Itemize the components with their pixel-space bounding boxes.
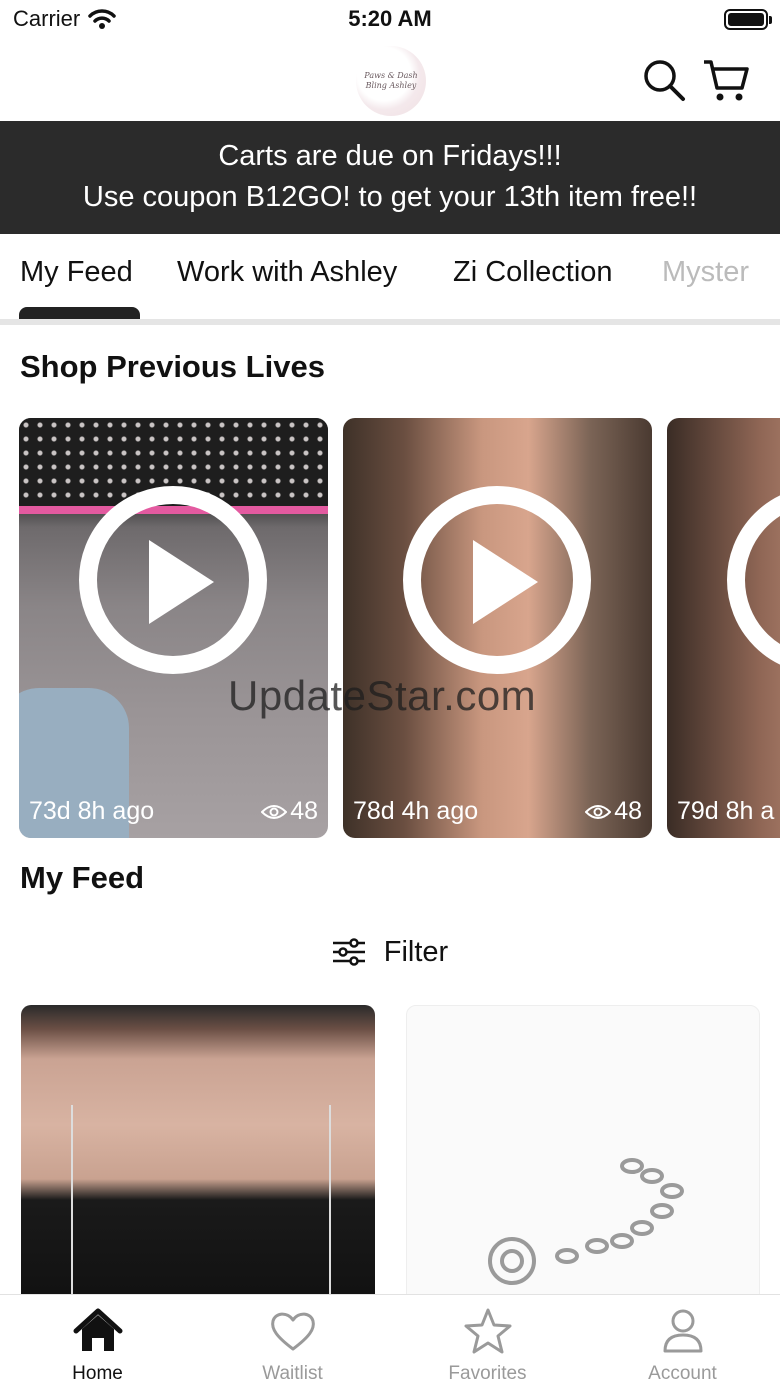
promo-line-1: Carts are due on Fridays!!! xyxy=(218,140,562,172)
previous-lives-title: Shop Previous Lives xyxy=(20,349,325,384)
live-video-card[interactable]: 79d 8h a xyxy=(667,418,780,838)
play-icon[interactable] xyxy=(79,486,267,674)
category-tabs: My Feed Work with Ashley Zi Collection M… xyxy=(0,234,780,326)
play-icon[interactable] xyxy=(727,486,780,674)
product-image xyxy=(71,1105,331,1305)
play-icon[interactable] xyxy=(403,486,591,674)
nav-home[interactable]: Home xyxy=(0,1295,195,1387)
tabs-divider xyxy=(0,319,780,325)
nav-home-label: Home xyxy=(72,1363,123,1384)
status-bar: Carrier 5:20 AM xyxy=(0,0,780,40)
active-tab-indicator xyxy=(19,307,140,319)
eye-icon xyxy=(261,804,288,819)
live-time-ago: 79d 8h a xyxy=(677,797,775,825)
watermark: UpdateStar.com xyxy=(228,672,537,719)
product-image xyxy=(488,1158,684,1285)
bottom-tab-bar: Home Waitlist Favorites Account xyxy=(0,1294,780,1387)
tab-my-feed[interactable]: My Feed xyxy=(20,256,133,289)
nav-waitlist-label: Waitlist xyxy=(262,1363,323,1384)
previous-lives-carousel[interactable]: 73d 8h ago 48 78d 4h ago 48 79d 8h a xyxy=(0,418,780,838)
app-header: Paws & Dash Bling Ashley xyxy=(0,40,780,121)
cart-icon[interactable] xyxy=(702,56,750,104)
promo-line-2: Use coupon B12GO! to get your 13th item … xyxy=(82,181,698,213)
live-view-count: 48 xyxy=(614,797,642,825)
live-time-ago: 73d 8h ago xyxy=(29,797,155,825)
product-card[interactable] xyxy=(406,1005,760,1305)
battery-icon xyxy=(724,9,772,30)
store-logo[interactable]: Paws & Dash Bling Ashley xyxy=(356,46,426,116)
eye-icon xyxy=(585,804,612,819)
star-icon xyxy=(464,1308,512,1354)
search-icon[interactable] xyxy=(640,56,688,104)
nav-waitlist[interactable]: Waitlist xyxy=(195,1295,390,1387)
live-view-count: 48 xyxy=(290,797,318,825)
tab-work-with-ashley[interactable]: Work with Ashley xyxy=(177,256,397,289)
nav-account-label: Account xyxy=(648,1363,717,1384)
home-icon xyxy=(73,1308,123,1351)
tab-zi-collection[interactable]: Zi Collection xyxy=(453,256,613,289)
feed-title: My Feed xyxy=(20,860,145,895)
promo-banner: Carts are due on Fridays!!! Use coupon B… xyxy=(0,121,780,234)
nav-favorites-label: Favorites xyxy=(448,1363,527,1384)
sliders-icon xyxy=(332,938,365,966)
tab-mystery[interactable]: Myster xyxy=(662,256,749,289)
filter-label: Filter xyxy=(383,935,449,968)
filter-button[interactable]: Filter xyxy=(0,930,780,974)
nav-account[interactable]: Account xyxy=(585,1295,780,1387)
live-time-ago: 78d 4h ago xyxy=(353,797,479,825)
nav-favorites[interactable]: Favorites xyxy=(390,1295,585,1387)
heart-icon xyxy=(271,1312,315,1351)
live-video-card[interactable]: 73d 8h ago 48 xyxy=(19,418,328,838)
status-time: 5:20 AM xyxy=(348,6,432,31)
logo-text: Paws & Dash Bling Ashley xyxy=(364,71,418,90)
live-video-card[interactable]: 78d 4h ago 48 xyxy=(343,418,652,838)
product-card[interactable] xyxy=(21,1005,375,1305)
person-icon xyxy=(663,1309,703,1353)
